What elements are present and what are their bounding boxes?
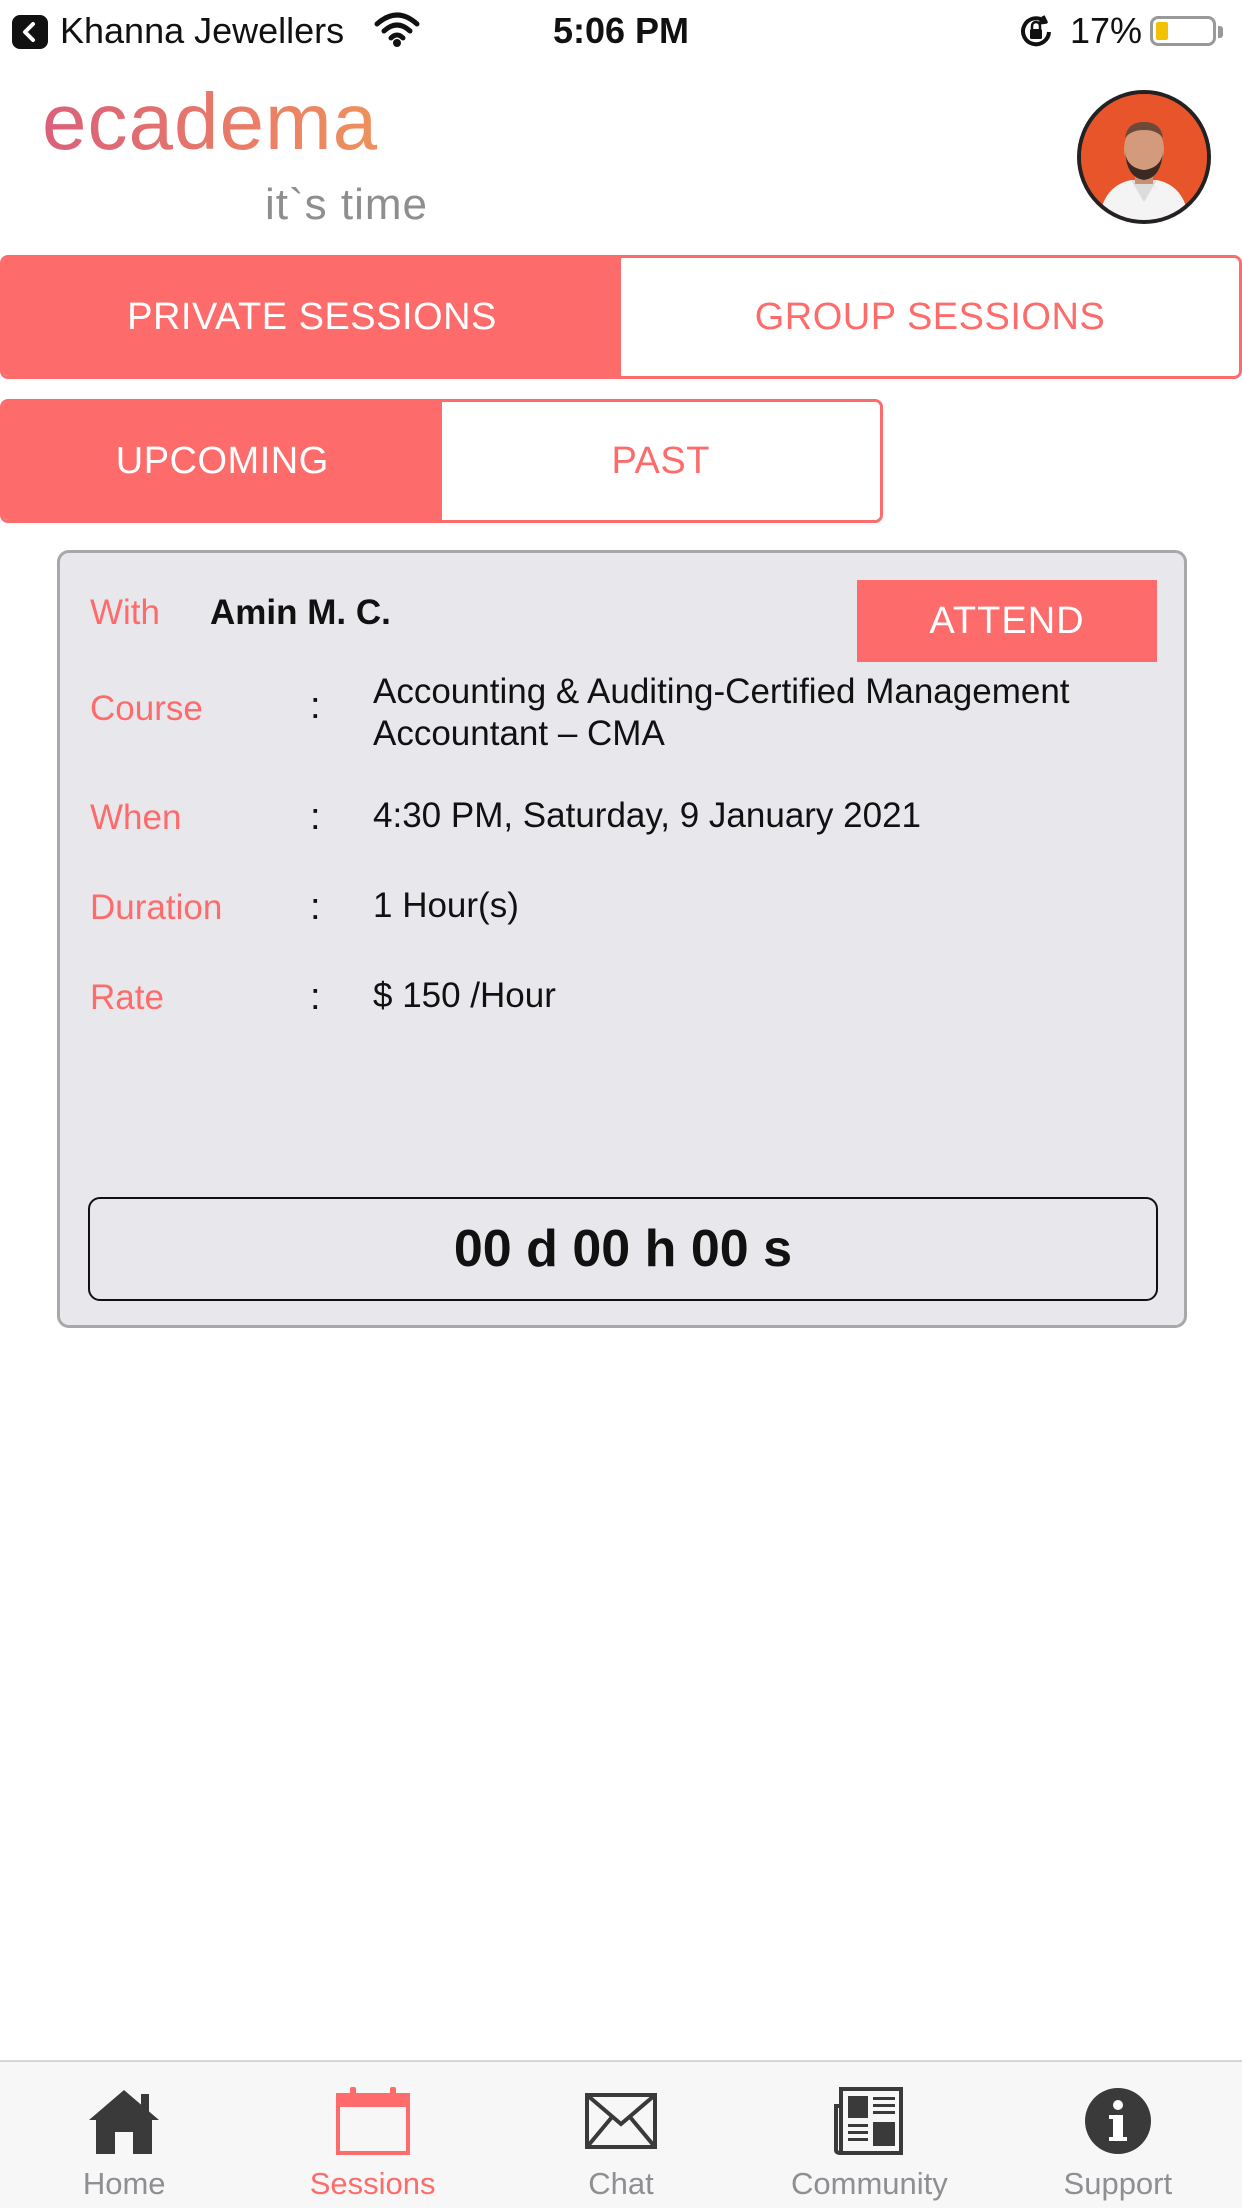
rate-value: $ 150 /Hour xyxy=(373,976,556,1015)
when-value: 4:30 PM, Saturday, 9 January 2021 xyxy=(373,796,922,835)
home-icon xyxy=(83,2084,165,2158)
duration-separator: : xyxy=(310,886,321,928)
logo-tagline: it`s time xyxy=(265,180,428,229)
tab-community[interactable]: Community xyxy=(745,2062,993,2208)
status-bar: Khanna Jewellers 5:06 PM 17% xyxy=(0,0,1242,62)
tab-community-label: Community xyxy=(791,2166,948,2201)
info-icon xyxy=(1083,2084,1153,2158)
orientation-lock-icon xyxy=(1016,12,1056,57)
tutor-name: Amin M. C. xyxy=(210,593,391,632)
tab-group-sessions[interactable]: GROUP SESSIONS xyxy=(621,258,1239,376)
battery-tip xyxy=(1218,26,1223,38)
calendar-icon xyxy=(335,2084,411,2158)
course-value: Accounting & Auditing-Certified Manageme… xyxy=(373,671,1070,755)
tab-home-label: Home xyxy=(82,2166,166,2201)
tab-chat[interactable]: Chat xyxy=(497,2062,745,2208)
rate-label: Rate xyxy=(90,978,164,1017)
when-label: When xyxy=(90,798,182,837)
envelope-icon xyxy=(584,2084,658,2158)
logo-wordmark: ecadema xyxy=(42,82,432,162)
profile-avatar[interactable] xyxy=(1077,90,1211,224)
tab-chat-label: Chat xyxy=(588,2166,654,2201)
countdown-timer: 00 d 00 h 00 s xyxy=(88,1197,1158,1301)
rate-separator: : xyxy=(310,976,321,1018)
tab-support-label: Support xyxy=(1063,2166,1173,2201)
battery-icon xyxy=(1150,16,1216,46)
session-card: With Amin M. C. ATTEND Course : Accounti… xyxy=(57,550,1187,1328)
tab-past[interactable]: PAST xyxy=(441,402,880,520)
tab-home[interactable]: Home xyxy=(0,2062,248,2208)
tab-sessions[interactable]: Sessions xyxy=(248,2062,496,2208)
course-separator: : xyxy=(310,685,321,727)
course-label: Course xyxy=(90,689,203,728)
course-value-line1: Accounting & Auditing-Certified Manageme… xyxy=(373,672,1070,711)
session-type-tabs: PRIVATE SESSIONS GROUP SESSIONS xyxy=(0,255,1242,379)
duration-value: 1 Hour(s) xyxy=(373,886,519,925)
course-value-line2: Accountant – CMA xyxy=(373,714,665,753)
tab-private-sessions[interactable]: PRIVATE SESSIONS xyxy=(3,258,621,376)
duration-label: Duration xyxy=(90,888,223,927)
newspaper-icon xyxy=(833,2084,905,2158)
time-filter-tabs: UPCOMING PAST xyxy=(0,399,883,523)
tab-support[interactable]: Support xyxy=(994,2062,1242,2208)
tab-upcoming[interactable]: UPCOMING xyxy=(3,402,442,520)
with-label: With xyxy=(90,593,160,632)
ecadema-logo: ecadema it`s time xyxy=(42,82,432,232)
tab-sessions-label: Sessions xyxy=(309,2166,436,2201)
battery-percentage: 17% xyxy=(1070,10,1143,51)
attend-button[interactable]: ATTEND xyxy=(857,580,1157,662)
bottom-tab-bar: Home Sessions Chat Community Support xyxy=(0,2060,1242,2208)
when-separator: : xyxy=(310,796,321,838)
